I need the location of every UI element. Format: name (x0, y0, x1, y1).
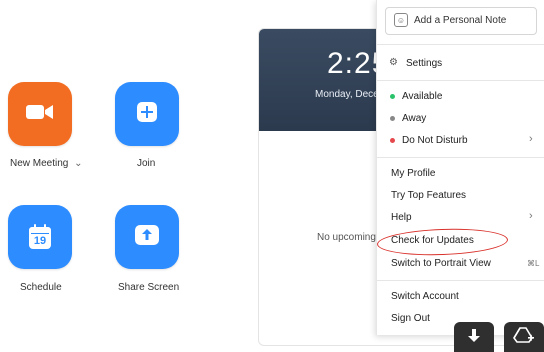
shortcut-label: ⌘L (527, 259, 540, 268)
status-available[interactable]: Available (377, 89, 544, 107)
menu-item-switch-account[interactable]: Switch Account (391, 291, 459, 302)
switch-portrait-label: Switch to Portrait View (391, 258, 491, 269)
menu-item-help[interactable]: Help › (377, 210, 544, 228)
calendar-icon: 19 (28, 224, 52, 250)
download-button[interactable] (454, 322, 494, 352)
drive-button[interactable] (504, 322, 544, 352)
menu-divider (377, 157, 544, 158)
status-available-label: Available (402, 91, 443, 102)
menu-item-sign-out[interactable]: Sign Out (391, 313, 430, 324)
status-dot-red (390, 138, 395, 143)
join-button[interactable] (115, 82, 179, 146)
status-away-label: Away (402, 113, 427, 124)
plus-icon (136, 101, 158, 128)
menu-item-switch-portrait[interactable]: Switch to Portrait View ⌘L (377, 256, 544, 274)
smiley-icon[interactable]: ☺ (394, 13, 408, 27)
no-upcoming-text: No upcoming (317, 232, 376, 243)
share-screen-label: Share Screen (118, 282, 180, 293)
join-label: Join (137, 158, 156, 169)
chevron-right-icon: › (529, 210, 533, 222)
chevron-right-icon: › (529, 133, 533, 145)
personal-note-input[interactable]: ☺ Add a Personal Note (385, 7, 537, 35)
menu-item-settings[interactable]: ⚙ Settings (377, 55, 544, 73)
menu-divider (377, 44, 544, 45)
menu-item-try-top-features[interactable]: Try Top Features (391, 190, 466, 201)
menu-divider (377, 80, 544, 81)
help-label: Help (391, 212, 412, 223)
video-camera-icon (25, 102, 55, 127)
personal-note-placeholder: Add a Personal Note (414, 15, 507, 26)
schedule-button[interactable]: 19 (8, 205, 72, 269)
profile-dropdown-menu: ☺ Add a Personal Note ⚙ Settings Availab… (376, 0, 544, 335)
status-dot-away (390, 116, 395, 121)
download-arrow-icon (466, 327, 482, 348)
status-do-not-disturb[interactable]: Do Not Disturb › (377, 133, 544, 151)
new-meeting-label[interactable]: New Meeting ⌄ (10, 158, 83, 169)
schedule-label: Schedule (20, 282, 62, 293)
calendar-day: 19 (33, 235, 47, 247)
status-dot-green (390, 94, 395, 99)
status-dnd-label: Do Not Disturb (402, 135, 468, 146)
menu-item-my-profile[interactable]: My Profile (391, 168, 435, 179)
share-screen-button[interactable] (115, 205, 179, 269)
status-away[interactable]: Away (377, 111, 544, 129)
current-date: Monday, Dece (315, 89, 379, 100)
gear-icon: ⚙ (389, 57, 398, 68)
menu-divider (377, 280, 544, 281)
drive-add-icon (513, 326, 535, 349)
chevron-down-icon[interactable]: ⌄ (74, 158, 82, 169)
new-meeting-button[interactable] (8, 82, 72, 146)
settings-label: Settings (406, 58, 443, 69)
share-screen-arrow-icon (134, 224, 160, 251)
